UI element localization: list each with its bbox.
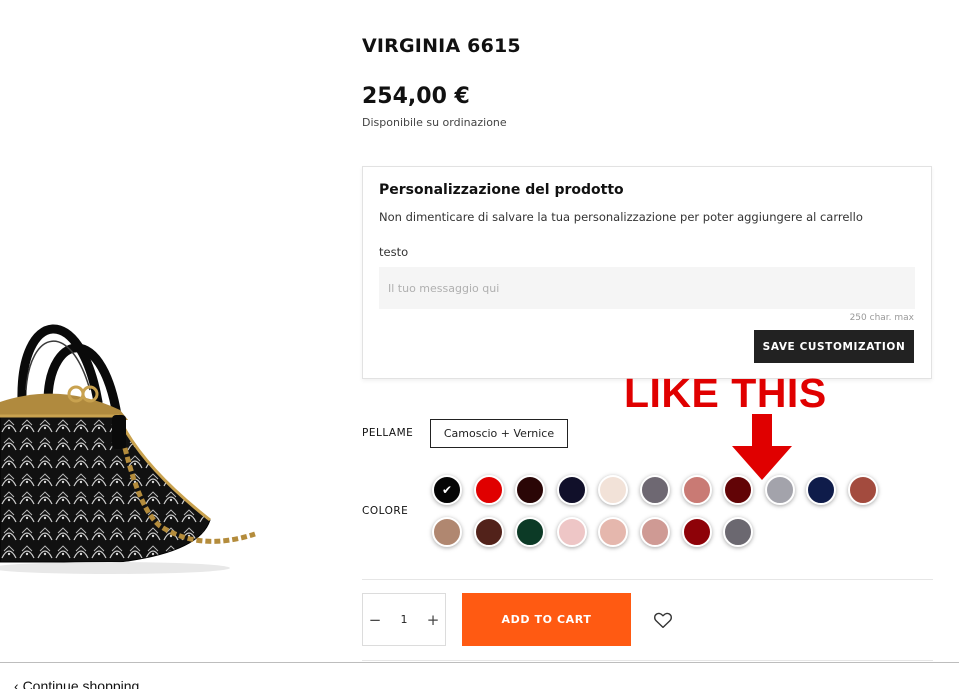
color-swatch[interactable] <box>681 517 712 547</box>
color-swatch[interactable] <box>598 517 629 547</box>
pellame-option-selected[interactable]: Camoscio + Vernice <box>430 419 568 448</box>
pellame-label: PELLAME <box>362 427 414 439</box>
check-icon: ✔ <box>441 483 453 497</box>
save-customization-button[interactable]: SAVE CUSTOMIZATION <box>754 330 914 363</box>
color-swatch[interactable] <box>640 475 670 505</box>
product-image <box>0 324 256 574</box>
product-page: VIRGINIA 6615 254,00 € Disponibile su or… <box>0 0 959 689</box>
colore-label: COLORE <box>362 505 409 517</box>
color-swatch[interactable] <box>640 517 670 547</box>
add-to-cart-button[interactable]: ADD TO CART <box>462 593 631 646</box>
color-swatch[interactable]: ✔ <box>432 475 462 505</box>
customization-title: Personalizzazione del prodotto <box>379 182 624 198</box>
color-swatch[interactable] <box>556 475 587 505</box>
customization-panel: Personalizzazione del prodotto Non dimen… <box>362 166 932 379</box>
color-swatch[interactable] <box>723 475 754 505</box>
color-swatch[interactable] <box>432 517 462 547</box>
color-swatch[interactable] <box>556 517 587 547</box>
continue-shopping-link[interactable]: ‹ Continue shopping <box>14 678 139 689</box>
color-swatch[interactable] <box>473 475 504 505</box>
continue-shopping-label: Continue shopping <box>22 678 140 689</box>
color-swatch[interactable] <box>848 475 878 505</box>
divider-top <box>362 579 933 580</box>
quantity-input[interactable] <box>389 594 419 645</box>
quantity-stepper: − + <box>362 593 446 646</box>
color-swatch[interactable] <box>764 475 795 505</box>
text-field-label: testo <box>379 245 409 259</box>
bottom-bar: ‹ Continue shopping <box>0 662 959 689</box>
color-swatch[interactable] <box>515 517 546 547</box>
custom-message-input[interactable] <box>379 267 915 309</box>
chevron-left-icon: ‹ <box>14 678 23 689</box>
heart-icon[interactable] <box>652 609 674 631</box>
qty-decrease-button[interactable]: − <box>363 594 387 645</box>
char-limit-hint: 250 char. max <box>849 313 914 323</box>
divider-bottom <box>362 660 933 661</box>
customization-note: Non dimenticare di salvare la tua person… <box>379 210 863 224</box>
color-swatch[interactable] <box>723 517 754 547</box>
red-arrow-icon <box>732 414 792 480</box>
product-title: VIRGINIA 6615 <box>362 35 521 57</box>
color-swatch[interactable] <box>681 475 712 505</box>
annotation-text: LIKE THIS <box>624 370 827 416</box>
availability-status: Disponibile su ordinazione <box>362 116 507 129</box>
product-price: 254,00 € <box>362 84 470 109</box>
color-swatch[interactable] <box>473 517 504 547</box>
qty-increase-button[interactable]: + <box>421 594 445 645</box>
color-swatch[interactable] <box>515 475 546 505</box>
color-swatch[interactable] <box>598 475 629 505</box>
color-swatch[interactable] <box>806 475 837 505</box>
